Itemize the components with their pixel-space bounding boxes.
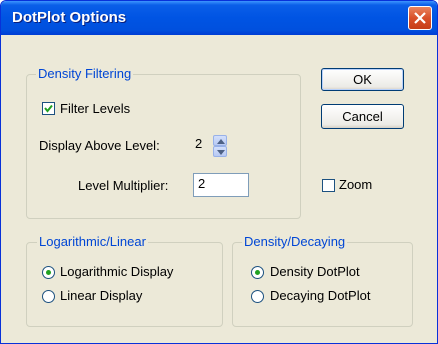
- close-button[interactable]: [408, 6, 432, 30]
- density-decaying-legend: Density/Decaying: [242, 234, 348, 249]
- density-decaying-group: [232, 242, 413, 327]
- logarithmic-linear-group: [26, 242, 223, 327]
- spin-up-icon: [217, 139, 225, 144]
- decaying-dotplot-radio[interactable]: [251, 290, 264, 303]
- display-above-level-label: Display Above Level:: [39, 138, 160, 153]
- radio-selected-dot: [255, 270, 260, 275]
- cancel-button[interactable]: Cancel: [321, 104, 404, 129]
- filter-levels-label[interactable]: Filter Levels: [60, 101, 130, 116]
- spin-down-button[interactable]: [213, 146, 227, 157]
- logarithmic-linear-legend: Logarithmic/Linear: [37, 234, 148, 249]
- level-multiplier-input[interactable]: 2: [193, 173, 249, 197]
- decaying-dotplot-label[interactable]: Decaying DotPlot: [270, 288, 370, 303]
- density-dotplot-label[interactable]: Density DotPlot: [270, 264, 360, 279]
- zoom-checkbox[interactable]: [322, 179, 335, 192]
- checkmark-icon: [44, 104, 53, 113]
- level-multiplier-label: Level Multiplier:: [78, 178, 169, 193]
- display-above-level-value[interactable]: 2: [195, 136, 202, 151]
- spin-down-icon: [217, 150, 225, 155]
- title-bar[interactable]: DotPlot Options: [1, 1, 437, 35]
- dotplot-options-dialog: DotPlot Options Density Filtering Filter…: [0, 0, 438, 344]
- display-above-level-spinner[interactable]: [213, 135, 227, 157]
- density-dotplot-radio[interactable]: [251, 266, 264, 279]
- logarithmic-display-label[interactable]: Logarithmic Display: [60, 264, 173, 279]
- logarithmic-display-radio[interactable]: [42, 266, 55, 279]
- ok-button[interactable]: OK: [321, 68, 404, 91]
- spin-up-button[interactable]: [213, 135, 227, 146]
- filter-levels-checkbox[interactable]: [42, 102, 55, 115]
- linear-display-label[interactable]: Linear Display: [60, 288, 142, 303]
- linear-display-radio[interactable]: [42, 290, 55, 303]
- zoom-label[interactable]: Zoom: [339, 177, 372, 192]
- radio-selected-dot: [46, 270, 51, 275]
- window-title: DotPlot Options: [12, 9, 127, 26]
- density-filtering-legend: Density Filtering: [36, 66, 134, 81]
- close-icon: [414, 12, 426, 24]
